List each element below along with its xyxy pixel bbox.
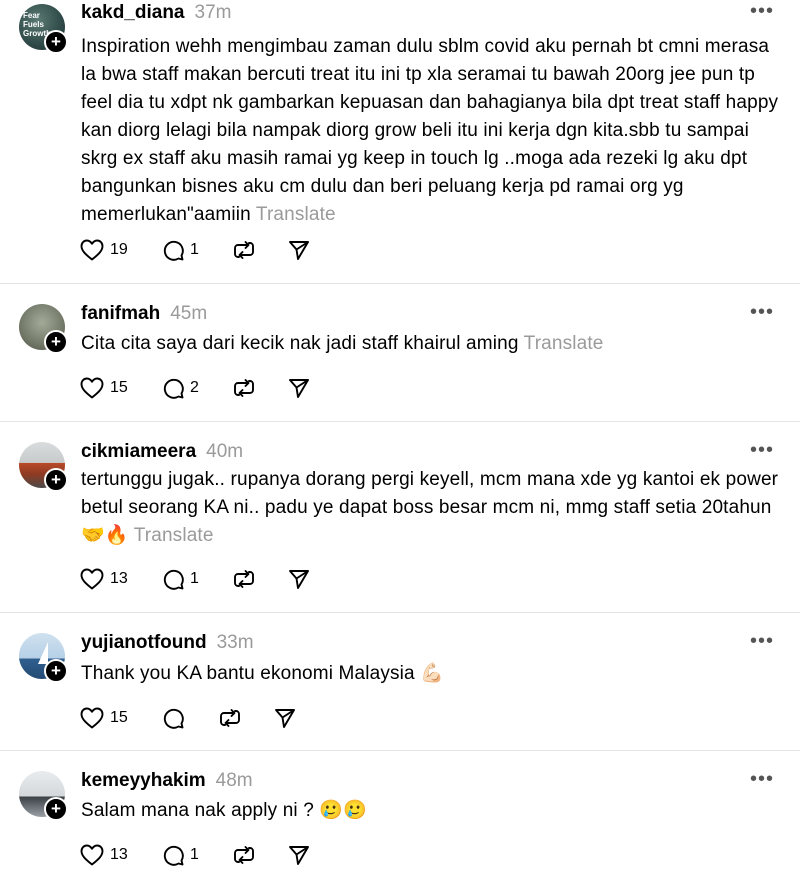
timestamp: 37m — [194, 2, 232, 23]
post-text-container: Inspiration wehh mengimbau zaman dulu sb… — [81, 33, 781, 229]
action-bar: 15 2 — [80, 375, 310, 401]
more-options-icon[interactable]: ••• — [750, 0, 774, 23]
translate-link[interactable]: Translate — [256, 204, 336, 225]
post-text: Inspiration wehh mengimbau zaman dulu sb… — [81, 36, 779, 225]
heart-icon — [80, 239, 104, 261]
post-text: Cita cita saya dari kecik nak jadi staff… — [81, 333, 519, 354]
repost-button[interactable] — [218, 707, 274, 729]
reply-button[interactable]: 2 — [162, 377, 232, 399]
avatar[interactable]: + — [19, 304, 68, 354]
reply-button[interactable]: 1 — [162, 844, 232, 866]
follow-plus-icon[interactable]: + — [44, 468, 68, 492]
avatar[interactable]: + — [19, 633, 68, 683]
repost-button[interactable] — [232, 568, 288, 590]
more-options-icon[interactable]: ••• — [750, 301, 774, 324]
reply-button[interactable]: 1 — [162, 568, 232, 590]
like-button[interactable]: 13 — [80, 844, 162, 866]
post-text-container: Cita cita saya dari kecik nak jadi staff… — [81, 330, 781, 358]
username[interactable]: yujianotfound — [81, 632, 207, 654]
replies-feed: Fear Fuels Growth + kakd_diana 37m ••• I… — [0, 0, 800, 886]
reply-count: 2 — [190, 379, 199, 396]
avatar[interactable]: + — [19, 771, 68, 821]
follow-plus-icon[interactable]: + — [44, 659, 68, 683]
send-icon — [289, 241, 309, 260]
like-button[interactable]: 15 — [80, 377, 162, 399]
heart-icon — [80, 707, 104, 729]
follow-plus-icon[interactable]: + — [44, 30, 68, 54]
share-button[interactable] — [288, 844, 310, 866]
username[interactable]: kemeyyhakim — [81, 770, 206, 792]
timestamp: 40m — [206, 441, 244, 462]
translate-link[interactable]: Translate — [134, 525, 214, 546]
avatar[interactable]: + — [19, 442, 68, 492]
repost-icon — [234, 570, 254, 588]
follow-plus-icon[interactable]: + — [44, 797, 68, 821]
more-options-icon[interactable]: ••• — [750, 439, 774, 462]
reply-count: 1 — [190, 846, 199, 863]
timestamp: 45m — [170, 303, 208, 324]
post: + cikmiameera 40m ••• tertunggu jugak.. … — [0, 422, 800, 613]
comment-icon — [163, 708, 184, 729]
repost-icon — [234, 846, 254, 864]
send-icon — [289, 570, 309, 589]
action-bar: 13 1 — [80, 842, 310, 868]
repost-button[interactable] — [232, 239, 288, 261]
reply-button[interactable]: 1 — [162, 239, 232, 261]
post-text-container: Salam mana nak apply ni ? 🥲🥲 — [81, 797, 781, 825]
like-button[interactable]: 13 — [80, 568, 162, 590]
post: + fanifmah 45m ••• Cita cita saya dari k… — [0, 284, 800, 422]
action-bar: 19 1 — [80, 237, 310, 263]
reply-count: 1 — [190, 570, 199, 587]
comment-icon — [163, 378, 184, 399]
share-button[interactable] — [288, 377, 310, 399]
repost-icon — [234, 241, 254, 259]
like-button[interactable]: 19 — [80, 239, 162, 261]
send-icon — [289, 846, 309, 865]
post: + kemeyyhakim 48m ••• Salam mana nak app… — [0, 751, 800, 886]
post-text: Thank you KA bantu ekonomi Malaysia 💪🏻 — [81, 663, 444, 684]
username[interactable]: kakd_diana — [81, 2, 185, 24]
comment-icon — [163, 845, 184, 866]
timestamp: 48m — [215, 770, 253, 791]
post-text-container: tertunggu jugak.. rupanya dorang pergi k… — [81, 466, 781, 550]
send-icon — [289, 379, 309, 398]
share-button[interactable] — [288, 568, 310, 590]
like-count: 19 — [110, 241, 128, 258]
like-count: 13 — [110, 570, 128, 587]
comment-icon — [163, 569, 184, 590]
send-icon — [275, 709, 295, 728]
avatar[interactable]: Fear Fuels Growth + — [19, 4, 68, 54]
heart-icon — [80, 844, 104, 866]
like-count: 15 — [110, 379, 128, 396]
comment-icon — [163, 240, 184, 261]
heart-icon — [80, 568, 104, 590]
reply-button[interactable] — [162, 707, 218, 729]
post-text-container: Thank you KA bantu ekonomi Malaysia 💪🏻 — [81, 660, 781, 688]
share-button[interactable] — [274, 707, 296, 729]
repost-button[interactable] — [232, 844, 288, 866]
like-button[interactable]: 15 — [80, 707, 162, 729]
like-count: 15 — [110, 709, 128, 726]
like-count: 13 — [110, 846, 128, 863]
post: + yujianotfound 33m ••• Thank you KA ban… — [0, 613, 800, 751]
share-button[interactable] — [288, 239, 310, 261]
reply-count: 1 — [190, 241, 199, 258]
repost-icon — [234, 379, 254, 397]
follow-plus-icon[interactable]: + — [44, 330, 68, 354]
action-bar: 13 1 — [80, 566, 310, 592]
heart-icon — [80, 377, 104, 399]
username[interactable]: fanifmah — [81, 303, 160, 325]
action-bar: 15 — [80, 705, 296, 731]
sailboat-sail — [38, 642, 48, 664]
username[interactable]: cikmiameera — [81, 441, 196, 463]
repost-button[interactable] — [232, 377, 288, 399]
post: Fear Fuels Growth + kakd_diana 37m ••• I… — [0, 0, 800, 284]
repost-icon — [220, 709, 240, 727]
timestamp: 33m — [216, 632, 254, 653]
more-options-icon[interactable]: ••• — [750, 768, 774, 791]
post-text: Salam mana nak apply ni ? 🥲🥲 — [81, 800, 367, 821]
translate-link[interactable]: Translate — [524, 333, 604, 354]
more-options-icon[interactable]: ••• — [750, 630, 774, 653]
